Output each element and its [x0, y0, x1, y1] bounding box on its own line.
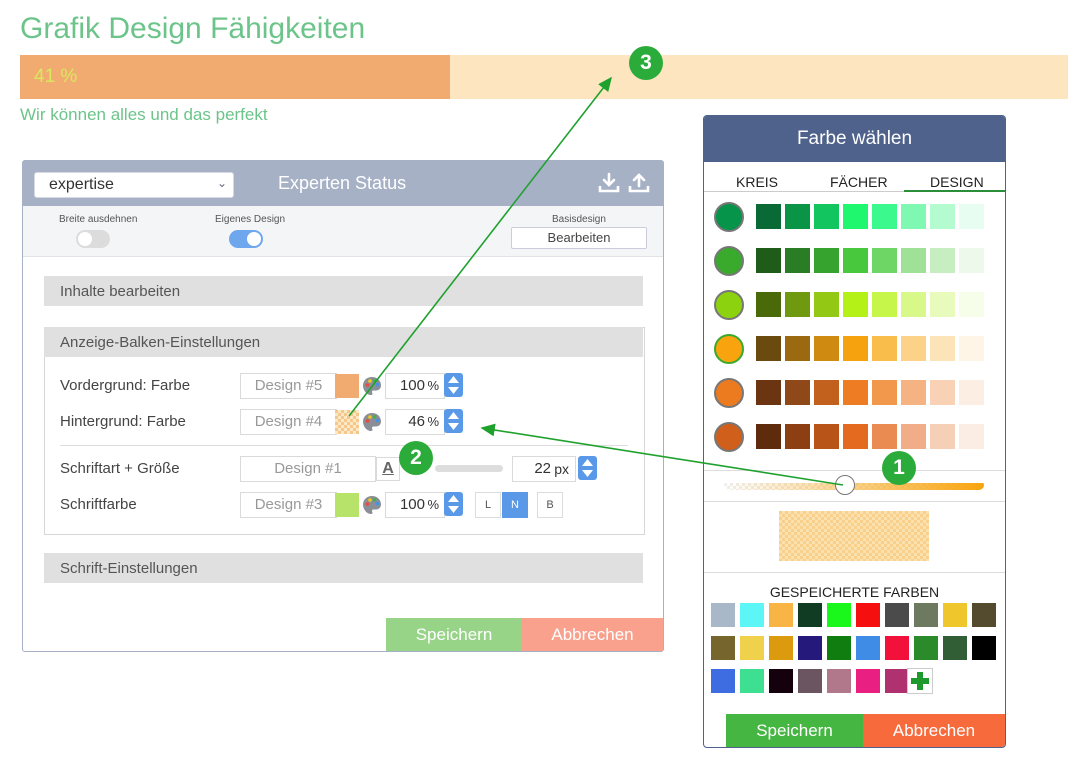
step-marker-1: 1	[882, 451, 916, 485]
step-marker-2: 2	[399, 441, 433, 475]
step-marker-3: 3	[629, 46, 663, 80]
annotation-arrows	[348, 76, 844, 486]
